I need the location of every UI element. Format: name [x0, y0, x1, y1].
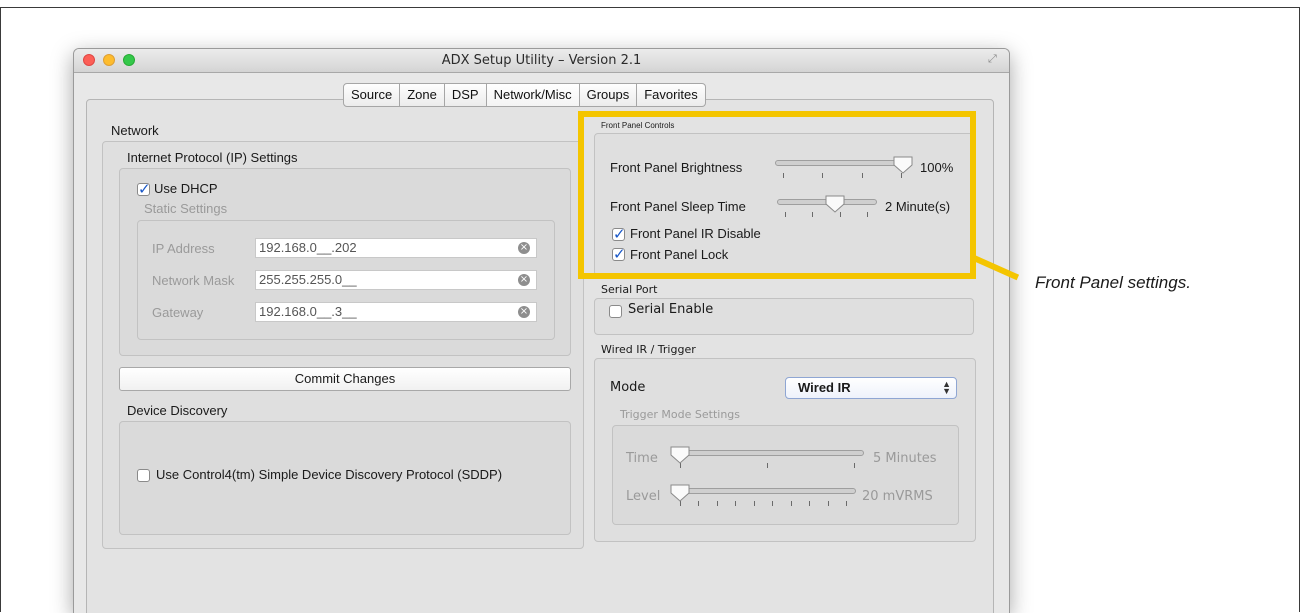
ip-address-value: 192.168.0__.202 — [259, 240, 357, 255]
slider-tick — [753, 501, 755, 506]
time-value: 5 Minutes — [873, 451, 937, 466]
slider-tick — [772, 501, 774, 506]
trigger-settings-group — [612, 425, 959, 525]
serial-port-title: Serial Port — [601, 283, 658, 296]
clear-icon[interactable]: × — [518, 274, 530, 286]
serial-enable-label: Serial Enable — [628, 302, 714, 317]
mode-value: Wired IR — [798, 380, 851, 395]
slider-tick — [809, 501, 811, 506]
device-discovery-title: Device Discovery — [127, 403, 228, 418]
slider-tick — [827, 501, 829, 506]
clear-icon[interactable]: × — [518, 242, 530, 254]
front-panel-highlight-box — [578, 111, 976, 279]
level-slider[interactable] — [670, 484, 858, 510]
wired-ir-title: Wired IR / Trigger — [601, 343, 696, 356]
time-slider[interactable] — [670, 446, 866, 472]
slider-tick — [790, 501, 792, 506]
slider-tick — [846, 501, 847, 506]
clear-icon[interactable]: × — [518, 306, 530, 318]
gateway-value: 192.168.0__.3__ — [259, 304, 357, 319]
tab-bar: Source Zone DSP Network/Misc Groups Favo… — [343, 83, 706, 107]
level-value: 20 mVRMS — [862, 489, 933, 504]
use-dhcp-checkbox[interactable] — [137, 180, 151, 198]
gateway-field[interactable]: 192.168.0__.3__ × — [255, 302, 537, 322]
slider-tick — [854, 463, 855, 468]
updown-arrows-icon: ▲ ▼ — [942, 379, 951, 396]
tab-source[interactable]: Source — [343, 83, 401, 107]
use-dhcp-label: Use DHCP — [154, 181, 218, 196]
slider-tick — [767, 463, 768, 468]
title-bar: ADX Setup Utility – Version 2.1 ⤢ — [74, 49, 1009, 73]
ip-address-label: IP Address — [152, 241, 215, 256]
mode-label: Mode — [610, 380, 646, 395]
tab-groups[interactable]: Groups — [579, 83, 638, 107]
mode-select[interactable]: Wired IR ▲ ▼ — [785, 377, 957, 399]
static-settings-title: Static Settings — [144, 201, 228, 216]
tab-favorites[interactable]: Favorites — [637, 83, 706, 107]
slider-track — [672, 488, 856, 494]
slider-thumb[interactable] — [670, 446, 690, 464]
callout-text: Front Panel settings. — [1035, 273, 1191, 292]
ip-settings-title: Internet Protocol (IP) Settings — [127, 150, 298, 165]
slider-tick — [698, 501, 700, 506]
tab-zone[interactable]: Zone — [400, 83, 445, 107]
slider-thumb[interactable] — [670, 484, 690, 502]
sddp-checkbox[interactable] — [137, 469, 150, 482]
slider-tick — [716, 501, 718, 506]
tab-dsp[interactable]: DSP — [444, 83, 487, 107]
network-mask-value: 255.255.255.0__ — [259, 272, 357, 287]
network-mask-label: Network Mask — [152, 273, 235, 288]
tab-network-misc[interactable]: Network/Misc — [486, 83, 580, 107]
trigger-settings-title: Trigger Mode Settings — [620, 408, 741, 421]
window-title: ADX Setup Utility – Version 2.1 — [441, 53, 642, 68]
network-title: Network — [111, 123, 159, 138]
slider-tick — [735, 501, 737, 506]
slider-track — [672, 450, 864, 456]
ip-address-field[interactable]: 192.168.0__.202 × — [255, 238, 537, 258]
fullscreen-icon[interactable]: ⤢ — [988, 53, 1001, 66]
level-label: Level — [626, 489, 661, 504]
serial-enable-checkbox[interactable] — [609, 305, 622, 318]
commit-changes-button[interactable]: Commit Changes — [119, 367, 571, 391]
gateway-label: Gateway — [152, 305, 204, 320]
time-label: Time — [626, 451, 658, 466]
network-mask-field[interactable]: 255.255.255.0__ × — [255, 270, 537, 290]
sddp-label: Use Control4(tm) Simple Device Discovery… — [156, 467, 503, 482]
